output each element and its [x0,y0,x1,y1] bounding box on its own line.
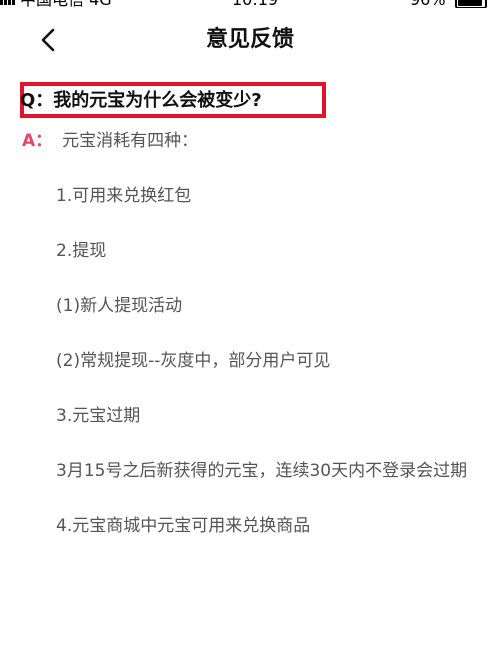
carrier-indicator: 中国电信 4G [0,0,112,8]
battery-text: 96% [410,0,446,8]
signal-icon [0,0,16,8]
faq-answer-header: A： 元宝消耗有四种： [22,128,198,154]
list-item: 3月15号之后新获得的元宝，连续30天内不登录会过期 [56,461,468,481]
answer-list: 1.可用来兑换红包 2.提现 (1)新人提现活动 (2)常规提现--灰度中，部分… [56,182,486,567]
list-item: (2)常规提现--灰度中，部分用户可见 [56,351,331,371]
status-time: 10:19 [232,0,278,8]
answer-intro: 元宝消耗有四种： [62,131,199,151]
back-button[interactable] [30,22,66,58]
battery-indicator: 96% [410,0,487,8]
list-item: 1.可用来兑换红包 [56,186,192,206]
list-item: 4.元宝商城中元宝可用来兑换商品 [56,516,311,536]
faq-question: Q：我的元宝为什么会被变少? [20,90,262,111]
battery-icon [454,0,487,8]
page-title: 意见反馈 [205,27,294,52]
list-item: 2.提现 [56,241,107,261]
answer-label: A： [22,131,53,151]
navigation-bar: 意见反馈 [0,12,500,68]
status-bar: 中国电信 4G 10:19 96% [0,0,500,8]
carrier-text: 中国电信 4G [20,0,112,8]
list-item: 3.元宝过期 [56,406,141,426]
list-item: (1)新人提现活动 [56,296,183,316]
chevron-left-icon [41,28,55,52]
